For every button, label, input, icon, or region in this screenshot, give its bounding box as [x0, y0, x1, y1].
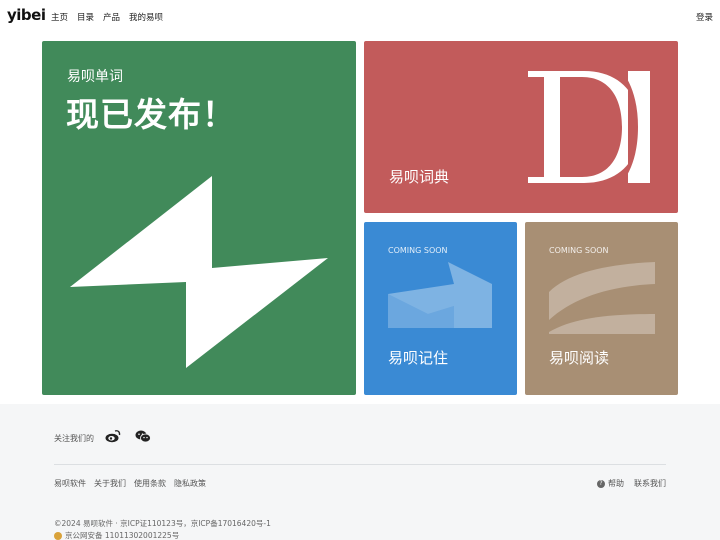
help-link[interactable]: ? 帮助	[597, 478, 624, 489]
product-tile-reading[interactable]: COMING SOON 易呗阅读	[525, 222, 678, 395]
footer-link-about[interactable]: 关于我们	[94, 478, 126, 489]
product-tile-words[interactable]: 易呗单词 现已发布！	[42, 41, 356, 395]
nav-item-my-yibei[interactable]: 我的易呗	[129, 11, 163, 23]
copyright-text: ©2024 易呗软件 · 京ICP证110123号，京ICP备17016420号…	[54, 519, 271, 528]
police-badge-icon	[54, 531, 62, 540]
main-nav: 主页 目录 产品 我的易呗	[51, 11, 163, 23]
police-record-label: 京公网安备 11011302001225号	[65, 531, 180, 540]
help-icon: ?	[597, 479, 605, 488]
tile-label: 易呗记住	[388, 349, 449, 367]
tile-subtitle: 易呗单词	[67, 69, 123, 85]
nav-item-catalog[interactable]: 目录	[77, 11, 94, 23]
weibo-icon[interactable]	[105, 429, 121, 443]
footer-divider	[54, 464, 666, 465]
footer-link-terms[interactable]: 使用条款	[134, 478, 166, 489]
nav-item-home[interactable]: 主页	[51, 11, 68, 23]
dictionary-d-logo-icon	[528, 71, 650, 183]
page-footer: 关注我们的 易呗软件 关于我们 使用条款 隐私政策 ? 帮助 联系我们 ©202…	[0, 404, 720, 540]
login-link[interactable]: 登录	[696, 11, 713, 23]
product-tile-remember[interactable]: COMING SOON 易呗记住	[364, 222, 517, 395]
product-tile-dictionary[interactable]: 易呗词典	[364, 41, 678, 213]
help-label: 帮助	[608, 479, 624, 488]
coming-soon-badge: COMING SOON	[549, 246, 609, 255]
tile-label: 易呗阅读	[549, 349, 610, 367]
follow-us-label: 关注我们的	[54, 434, 94, 443]
footer-link-software[interactable]: 易呗软件	[54, 478, 86, 489]
brand-logo[interactable]: yibei	[7, 6, 46, 24]
police-record[interactable]: 京公网安备 11011302001225号	[54, 530, 179, 540]
tile-headline: 现已发布！	[66, 95, 236, 134]
nav-item-products[interactable]: 产品	[103, 11, 120, 23]
wechat-icon[interactable]	[135, 430, 151, 443]
footer-links: 易呗软件 关于我们 使用条款 隐私政策	[54, 478, 206, 489]
tile-label: 易呗词典	[389, 168, 450, 186]
coming-soon-badge: COMING SOON	[388, 246, 448, 255]
bolt-fragment-icon	[388, 262, 492, 328]
page-curve-icon	[549, 262, 655, 334]
contact-link[interactable]: 联系我们	[634, 478, 666, 489]
footer-link-privacy[interactable]: 隐私政策	[174, 478, 206, 489]
lightning-bolt-icon	[70, 176, 328, 368]
top-navbar: yibei 主页 目录 产品 我的易呗 登录	[0, 0, 720, 34]
